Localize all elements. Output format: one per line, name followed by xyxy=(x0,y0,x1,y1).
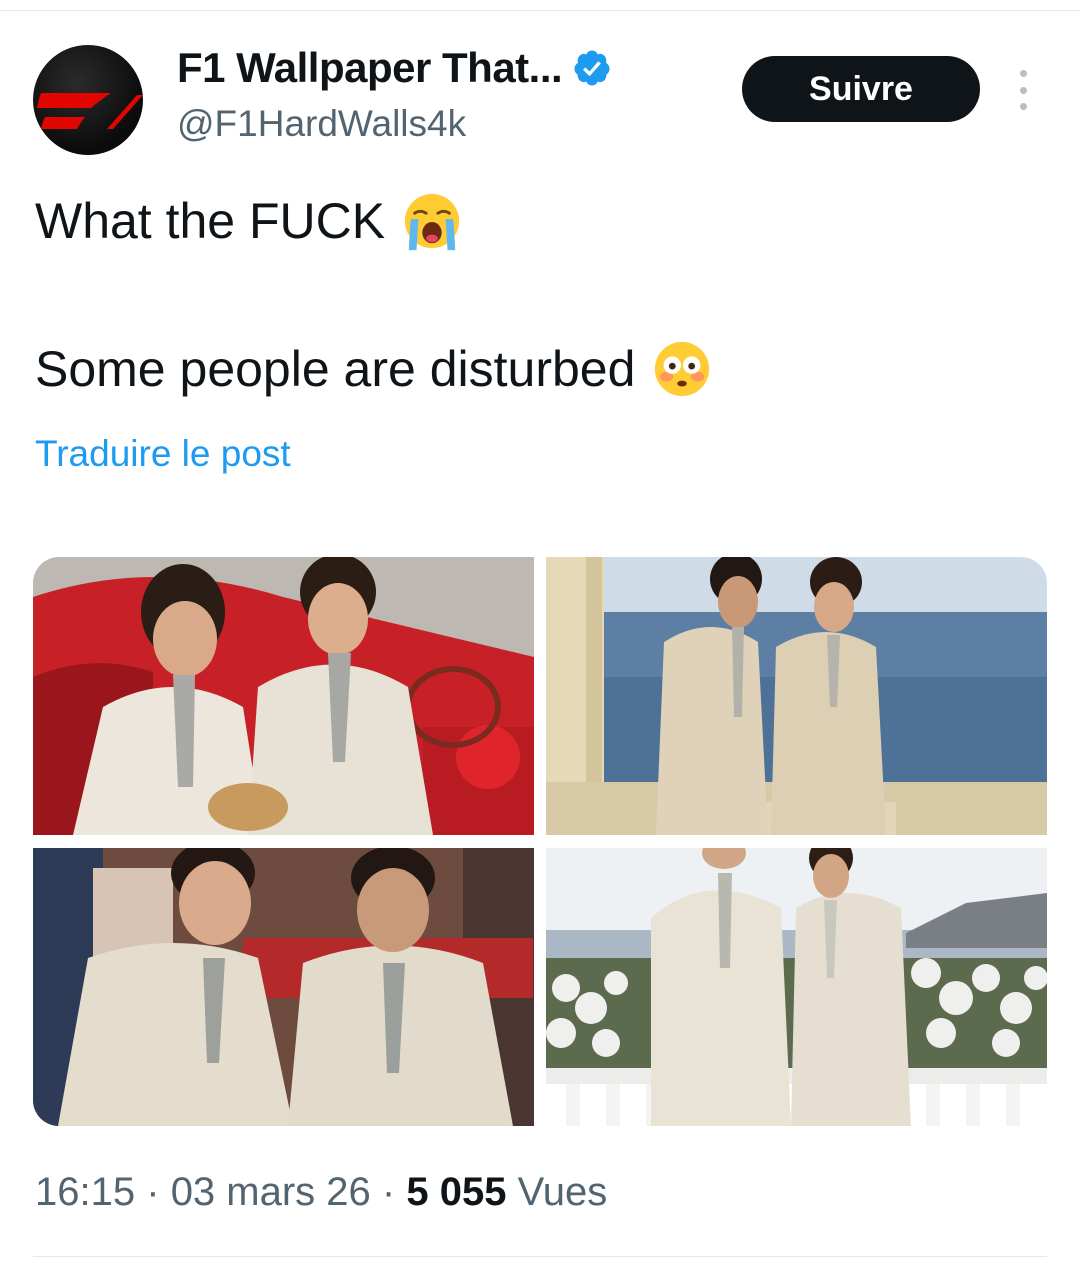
post-text-line-2: Some people are disturbed xyxy=(35,338,713,400)
photo-2[interactable] xyxy=(546,557,1047,835)
views-count: 5 055 xyxy=(406,1170,507,1214)
avatar[interactable] xyxy=(33,45,143,155)
post-text: What the FUCK xyxy=(35,193,386,249)
translate-post-link[interactable]: Traduire le post xyxy=(35,433,291,475)
post-date[interactable]: 03 mars 26 xyxy=(171,1170,371,1214)
more-vertical-icon[interactable] xyxy=(1010,70,1036,110)
separator: · xyxy=(381,1170,396,1214)
post-text: Some people are disturbed xyxy=(35,341,636,397)
post-text-line-1: What the FUCK xyxy=(35,190,463,252)
verified-badge-icon xyxy=(574,50,610,86)
views-label: Vues xyxy=(517,1170,608,1214)
f1-logo-icon xyxy=(37,93,143,129)
follow-button[interactable]: Suivre xyxy=(742,56,980,122)
dot xyxy=(1019,103,1027,110)
author-handle[interactable]: @F1HardWalls4k xyxy=(177,103,466,145)
loudly-crying-face-icon xyxy=(404,193,460,251)
flushed-face-icon xyxy=(655,341,710,397)
author-display-name[interactable]: F1 Wallpaper That... xyxy=(177,44,563,92)
media-grid xyxy=(33,557,1047,1126)
dot xyxy=(1019,70,1027,77)
post-meta: 16:15 · 03 mars 26 · 5 055 Vues xyxy=(35,1170,607,1215)
photo-4[interactable] xyxy=(546,848,1047,1126)
post-time[interactable]: 16:15 xyxy=(35,1170,135,1214)
bottom-divider xyxy=(33,1256,1047,1257)
photo-3[interactable] xyxy=(33,848,534,1126)
separator: · xyxy=(146,1170,160,1214)
top-divider xyxy=(0,10,1080,11)
photo-1[interactable] xyxy=(33,557,534,835)
dot xyxy=(1019,86,1027,94)
